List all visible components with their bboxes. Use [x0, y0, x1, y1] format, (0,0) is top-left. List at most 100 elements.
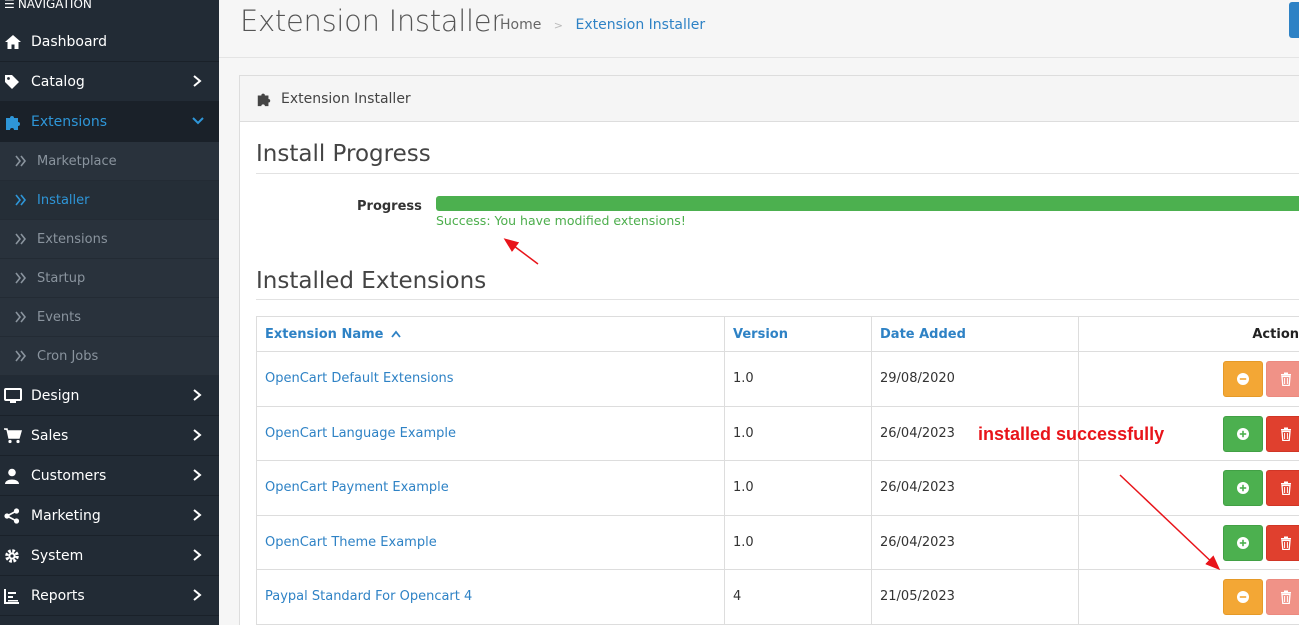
chevron-right-icon	[191, 428, 203, 442]
column-header-version[interactable]: Version	[724, 316, 872, 352]
install-button[interactable]	[1223, 415, 1263, 452]
extension-actions	[1078, 514, 1299, 570]
sidebar-item-label: Extensions	[31, 113, 108, 130]
menu-icon: ☰	[4, 0, 15, 11]
progress-label: Progress	[357, 199, 422, 214]
progress-message: Success: You have modified extensions!	[436, 213, 686, 228]
double-chevron-icon	[14, 350, 30, 362]
double-chevron-icon	[14, 272, 30, 284]
card-header: Extension Installer	[240, 76, 1299, 122]
sidebar-item-marketing[interactable]: Marketing	[0, 496, 219, 536]
sidebar-sub-events[interactable]: Events	[0, 298, 219, 337]
section-divider	[256, 173, 1299, 174]
sidebar-sub-label: Marketplace	[37, 153, 117, 169]
sidebar-item-customers[interactable]: Customers	[0, 456, 219, 496]
breadcrumb-home[interactable]: Home	[500, 17, 541, 33]
card-title: Extension Installer	[281, 90, 411, 107]
sidebar-item-label: Catalog	[31, 73, 85, 90]
home-icon	[4, 33, 24, 51]
extension-name-link[interactable]: OpenCart Payment Example	[256, 460, 725, 516]
table-header-row: Extension Name Version Date Added Action	[256, 316, 1299, 352]
double-chevron-icon	[14, 155, 30, 167]
delete-button[interactable]	[1266, 524, 1299, 561]
column-header-date[interactable]: Date Added	[871, 316, 1079, 352]
sidebar-sub-startup[interactable]: Startup	[0, 259, 219, 298]
sidebar-item-extensions[interactable]: Extensions	[0, 102, 219, 142]
header-action-button[interactable]	[1289, 2, 1299, 38]
installed-extensions-title: Installed Extensions	[256, 268, 487, 294]
double-chevron-icon	[14, 311, 30, 323]
extension-actions	[1078, 460, 1299, 516]
sidebar-item-label: Reports	[31, 587, 85, 604]
delete-button[interactable]	[1266, 470, 1299, 506]
extension-name-link[interactable]: OpenCart Language Example	[256, 405, 725, 461]
sidebar-item-label: Sales	[31, 427, 69, 444]
double-chevron-icon	[14, 194, 30, 206]
delete-button	[1266, 361, 1299, 397]
extension-version: 1.0	[724, 351, 872, 407]
sidebar: ☰ NAVIGATION Dashboard Catalog Extension…	[0, 0, 219, 625]
sidebar-item-label: Customers	[31, 467, 107, 484]
trash-icon	[1281, 372, 1291, 386]
sidebar-item-catalog[interactable]: Catalog	[0, 62, 219, 102]
minus-circle-icon	[1237, 591, 1249, 603]
uninstall-button[interactable]	[1223, 361, 1263, 397]
breadcrumb: Home > Extension Installer	[500, 17, 705, 33]
share-icon	[4, 507, 24, 525]
table-row: OpenCart Theme Example 1.0 26/04/2023	[256, 514, 1299, 570]
chevron-right-icon	[191, 468, 203, 482]
double-chevron-icon	[14, 233, 30, 245]
delete-button	[1266, 579, 1299, 615]
sidebar-sub-cron-jobs[interactable]: Cron Jobs	[0, 337, 219, 376]
nav-heading: ☰ NAVIGATION	[0, 0, 219, 22]
chevron-right-icon	[191, 588, 203, 602]
trash-icon	[1281, 427, 1291, 441]
sidebar-item-label: Marketing	[31, 507, 101, 524]
minus-circle-icon	[1237, 373, 1249, 385]
tag-icon	[4, 73, 24, 91]
progress-bar	[436, 196, 1299, 211]
cart-icon	[4, 427, 24, 445]
chevron-right-icon	[191, 388, 203, 402]
table-row: OpenCart Payment Example 1.0 26/04/2023	[256, 460, 1299, 516]
puzzle-icon	[4, 113, 24, 131]
user-icon	[4, 467, 24, 485]
sidebar-item-design[interactable]: Design	[0, 376, 219, 416]
annotation-text: installed successfully	[978, 424, 1165, 444]
sidebar-sub-extensions[interactable]: Extensions	[0, 220, 219, 259]
column-header-label: Extension Name	[265, 326, 384, 342]
sidebar-item-label: Design	[31, 387, 80, 404]
sidebar-item-sales[interactable]: Sales	[0, 416, 219, 456]
chevron-down-icon	[191, 114, 204, 128]
chevron-right-icon	[191, 74, 203, 88]
column-header-action: Action	[1078, 316, 1299, 352]
plus-circle-icon	[1237, 482, 1249, 494]
extension-name-link[interactable]: OpenCart Default Extensions	[256, 351, 725, 407]
trash-icon	[1281, 536, 1291, 550]
sidebar-item-reports[interactable]: Reports	[0, 576, 219, 616]
sidebar-sub-marketplace[interactable]: Marketplace	[0, 142, 219, 181]
sidebar-item-dashboard[interactable]: Dashboard	[0, 22, 219, 62]
extension-name-link[interactable]: OpenCart Theme Example	[256, 514, 725, 570]
sidebar-sub-installer[interactable]: Installer	[0, 181, 219, 220]
desktop-icon	[4, 387, 24, 405]
page-header: Extension Installer Home > Extension Ins…	[219, 0, 1299, 58]
delete-button[interactable]	[1266, 415, 1299, 452]
plus-circle-icon	[1237, 427, 1249, 440]
plus-circle-icon	[1237, 536, 1249, 549]
breadcrumb-current[interactable]: Extension Installer	[575, 17, 705, 33]
sidebar-item-system[interactable]: System	[0, 536, 219, 576]
extension-date-added: 26/04/2023	[871, 460, 1079, 516]
sidebar-sub-label: Cron Jobs	[37, 348, 99, 364]
extension-date-added: 26/04/2023	[871, 514, 1079, 570]
install-progress-title: Install Progress	[256, 141, 431, 167]
column-header-name[interactable]: Extension Name	[256, 316, 725, 352]
install-button[interactable]	[1223, 524, 1263, 561]
section-divider	[256, 299, 1299, 300]
progress-bar-fill	[436, 196, 1299, 211]
extension-version: 1.0	[724, 514, 872, 570]
sidebar-item-label: Dashboard	[31, 33, 107, 50]
extension-name-link[interactable]: Paypal Standard For Opencart 4	[256, 569, 725, 625]
uninstall-button[interactable]	[1223, 579, 1263, 615]
install-button[interactable]	[1223, 470, 1263, 506]
